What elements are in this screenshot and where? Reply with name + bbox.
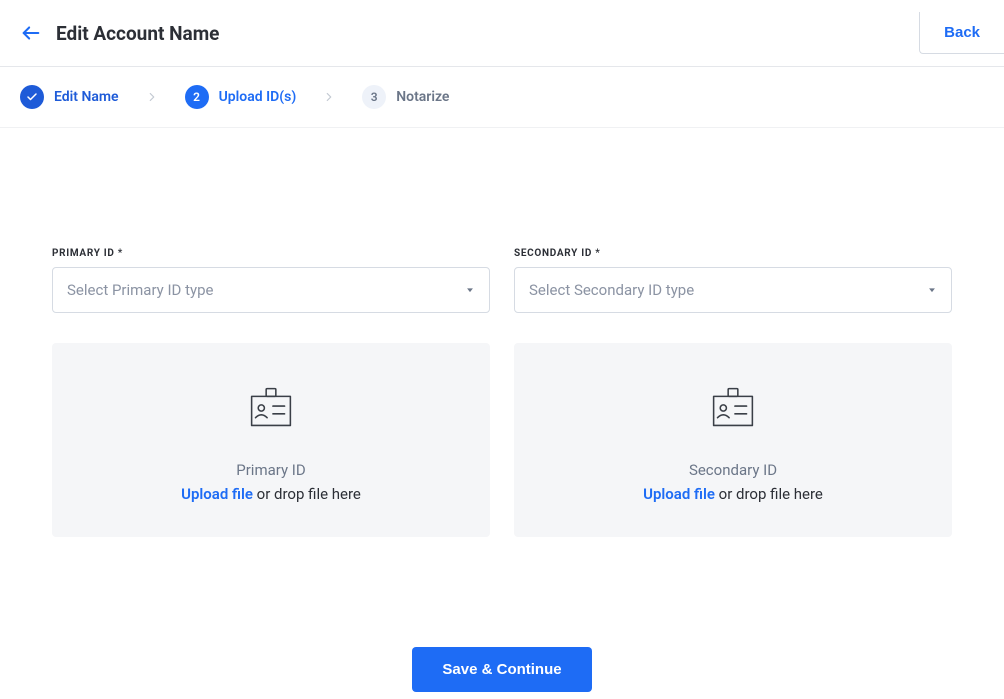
back-arrow-icon[interactable] — [20, 22, 42, 44]
upload-line: Upload file or drop file here — [181, 485, 361, 503]
main-content: PRIMARY ID * Select Primary ID type — [0, 128, 1004, 537]
secondary-id-label: SECONDARY ID * — [514, 248, 952, 259]
chevron-right-icon — [145, 90, 159, 104]
upload-title: Primary ID — [236, 461, 305, 479]
page-header: Edit Account Name Back — [0, 0, 1004, 67]
primary-id-label: PRIMARY ID * — [52, 248, 490, 259]
step-notarize[interactable]: 3 Notarize — [362, 85, 449, 109]
caret-down-icon — [927, 285, 937, 295]
upload-title: Secondary ID — [689, 461, 777, 479]
step-badge: 3 — [362, 85, 386, 109]
back-button[interactable]: Back — [919, 12, 1004, 54]
primary-id-col: PRIMARY ID * Select Primary ID type — [52, 248, 490, 537]
page-title: Edit Account Name — [56, 22, 219, 45]
chevron-right-icon — [322, 90, 336, 104]
footer: Save & Continue — [0, 647, 1004, 692]
upload-suffix: or drop file here — [253, 485, 361, 503]
secondary-id-upload[interactable]: Secondary ID Upload file or drop file he… — [514, 343, 952, 537]
step-edit-name[interactable]: Edit Name — [20, 85, 119, 109]
select-placeholder: Select Secondary ID type — [529, 281, 927, 299]
step-label: Edit Name — [54, 89, 119, 105]
secondary-id-select[interactable]: Select Secondary ID type — [514, 267, 952, 313]
step-label: Notarize — [396, 89, 449, 105]
secondary-id-col: SECONDARY ID * Select Secondary ID type — [514, 248, 952, 537]
caret-down-icon — [465, 285, 475, 295]
select-placeholder: Select Primary ID type — [67, 281, 465, 299]
save-continue-button[interactable]: Save & Continue — [412, 647, 591, 692]
id-card-icon — [702, 377, 764, 443]
header-left: Edit Account Name — [20, 22, 219, 45]
upload-suffix: or drop file here — [715, 485, 823, 503]
step-label: Upload ID(s) — [219, 89, 297, 105]
primary-id-select[interactable]: Select Primary ID type — [52, 267, 490, 313]
step-upload-ids[interactable]: 2 Upload ID(s) — [185, 85, 297, 109]
stepper: Edit Name 2 Upload ID(s) 3 Notarize — [0, 67, 1004, 128]
upload-line: Upload file or drop file here — [643, 485, 823, 503]
upload-file-link[interactable]: Upload file — [643, 485, 715, 503]
step-badge: 2 — [185, 85, 209, 109]
upload-file-link[interactable]: Upload file — [181, 485, 253, 503]
check-icon — [20, 85, 44, 109]
select-row: PRIMARY ID * Select Primary ID type — [52, 248, 952, 537]
id-card-icon — [240, 377, 302, 443]
primary-id-upload[interactable]: Primary ID Upload file or drop file here — [52, 343, 490, 537]
